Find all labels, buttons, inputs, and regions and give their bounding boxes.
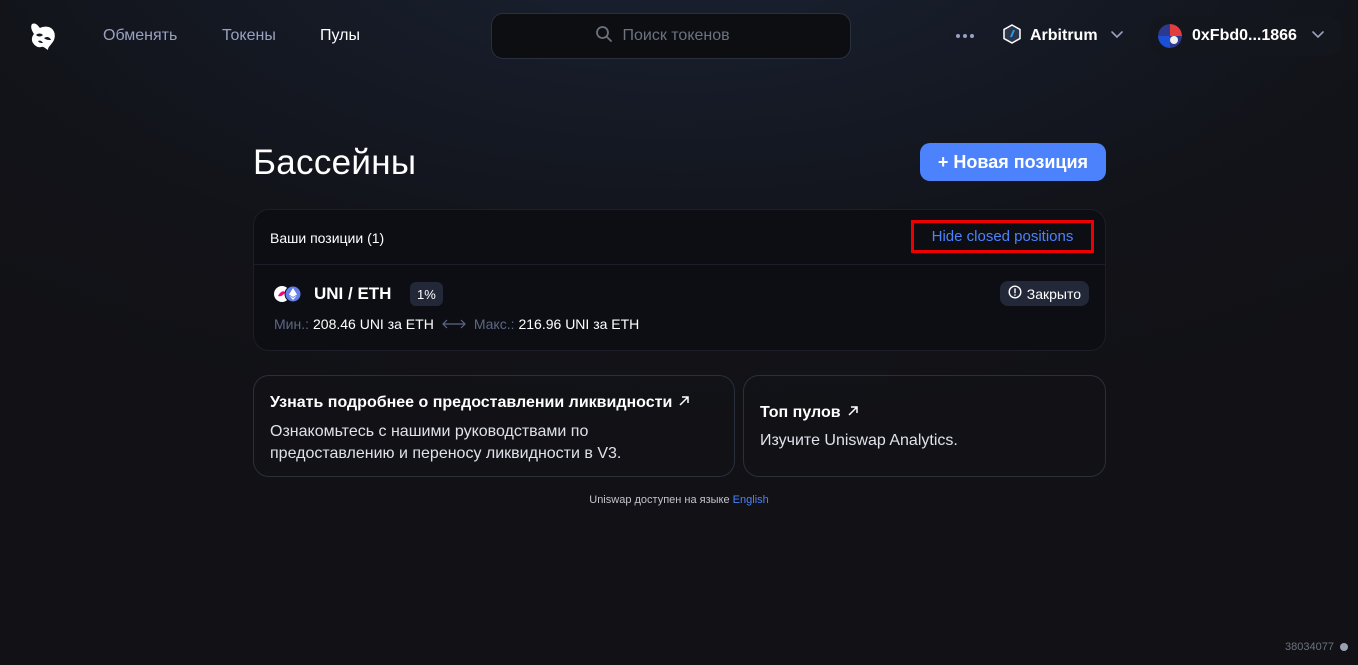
status-label: Закрыто [1026,285,1081,302]
learn-liquidity-text-line1: Ознакомьтесь с нашими руководствами по [270,423,589,440]
min-label: Мин.: [274,316,309,332]
max-value: 216.96 UNI за ETH [518,316,640,332]
wallet-button[interactable]: 0xFbd0...1866 [1150,16,1342,56]
pair-name: UNI / ETH [314,284,392,303]
positions-card: Ваши позиции (1) Hide closed positions U… [253,209,1106,351]
token-pair-icon [274,285,302,303]
avatar [1158,24,1182,48]
search-icon [595,25,613,48]
new-position-button[interactable]: + Новая позиция [920,143,1106,181]
min-value: 208.46 UNI за ETH [313,316,434,332]
language-notice: Uniswap доступен на языке English [0,494,1358,506]
learn-liquidity-text-line2: предоставлению и переносу ликвидности в … [270,445,622,462]
positions-count: Ваши позиции (1) [270,230,385,246]
alert-circle-icon [1008,285,1022,302]
nav-tokens[interactable]: Токены [222,27,276,45]
double-arrow-icon [441,316,466,332]
hide-closed-positions-button[interactable]: Hide closed positions [911,220,1094,253]
fee-badge: 1% [410,282,443,306]
card-title: Узнать подробнее о предоставлении ликвид… [270,394,690,412]
build-number: 38034077 [1285,641,1348,653]
build-id: 38034077 [1285,641,1334,653]
top-pools-card[interactable]: Топ пулов Изучите Uniswap Analytics. [743,375,1106,477]
wallet-address: 0xFbd0...1866 [1192,27,1297,44]
top-pools-title: Топ пулов [760,404,841,421]
network-name: Arbitrum [1030,27,1098,44]
search-input[interactable] [622,27,748,45]
nav-pools[interactable]: Пулы [320,27,360,45]
card-title: Топ пулов [760,404,859,422]
price-range: Мин.: 208.46 UNI за ETH Макс.: 216.96 UN… [274,316,639,332]
top-pools-text: Изучите Uniswap Analytics. [760,432,958,449]
card-text: Ознакомьтесь с нашими руководствами по п… [270,421,621,465]
network-selector[interactable]: Arbitrum [1002,22,1124,50]
position-row[interactable]: UNI / ETH 1% Закрыто Мин.: 208.46 UNI за… [254,266,1105,350]
language-prefix: Uniswap доступен на языке [589,494,730,506]
language-link[interactable]: English [733,494,769,506]
chevron-down-icon [1311,27,1325,46]
arbitrum-icon [1002,23,1022,49]
search-bar[interactable] [491,13,851,59]
external-arrow-icon [678,394,690,412]
positions-header: Ваши позиции (1) Hide closed positions [254,210,1105,265]
learn-liquidity-title: Узнать подробнее о предоставлении ликвид… [270,394,673,411]
status-dot-icon [1340,643,1348,651]
learn-liquidity-card[interactable]: Узнать подробнее о предоставлении ликвид… [253,375,735,477]
top-navbar: Обменять Токены Пулы Arbitrum 0xFbd0...1… [0,0,1358,72]
chevron-down-icon [1110,27,1124,46]
external-arrow-icon [847,404,859,422]
max-label: Макс.: [473,316,515,332]
status-badge: Закрыто [999,281,1089,306]
page-title: Бассейны [253,143,417,182]
nav-swap[interactable]: Обменять [103,27,177,45]
more-options-button[interactable] [952,24,978,48]
uniswap-logo-icon[interactable] [26,18,60,54]
